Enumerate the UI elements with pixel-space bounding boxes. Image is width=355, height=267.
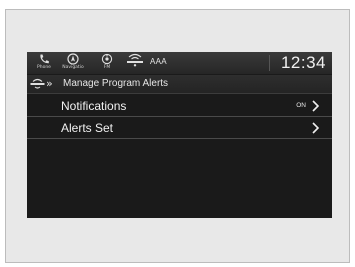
status-bar: Phone Navigatio FM AAA 12:34 (27, 52, 332, 74)
page: Phone Navigatio FM AAA 12:34 » Manage Pr… (0, 0, 355, 267)
status-item-label: FM (103, 65, 111, 70)
title-bar: » Manage Program Alerts (27, 75, 332, 94)
clock: 12:34 (280, 53, 326, 72)
station-name: AAA (150, 57, 167, 66)
page-title: Manage Program Alerts (63, 78, 169, 89)
status-item-fm[interactable]: FM (94, 53, 120, 73)
signal-antenna-icon[interactable] (30, 78, 45, 90)
infotainment-screen: Phone Navigatio FM AAA 12:34 » Manage Pr… (27, 52, 332, 218)
chevron-right-icon (312, 122, 319, 134)
toggle-state: ON (296, 102, 306, 109)
status-item-label: Phone (37, 65, 51, 70)
fm-radio-icon (101, 53, 113, 65)
breadcrumb-chevron: » (46, 77, 53, 90)
menu-item-label: Alerts Set (61, 121, 114, 135)
status-item-signal[interactable] (122, 53, 148, 73)
menu-item-alerts-set[interactable]: Alerts Set (27, 118, 332, 139)
status-item-phone[interactable]: Phone (31, 53, 57, 73)
phone-icon (40, 54, 49, 64)
signal-icon (127, 53, 143, 67)
menu-item-notifications[interactable]: Notifications ON (27, 96, 332, 117)
menu-item-label: Notifications (61, 99, 127, 113)
chevron-right-icon (312, 100, 319, 112)
status-item-label: Navigatio (62, 65, 84, 70)
status-item-navigation[interactable]: Navigatio (60, 53, 86, 73)
status-divider (269, 55, 270, 71)
navigation-icon (67, 53, 79, 65)
